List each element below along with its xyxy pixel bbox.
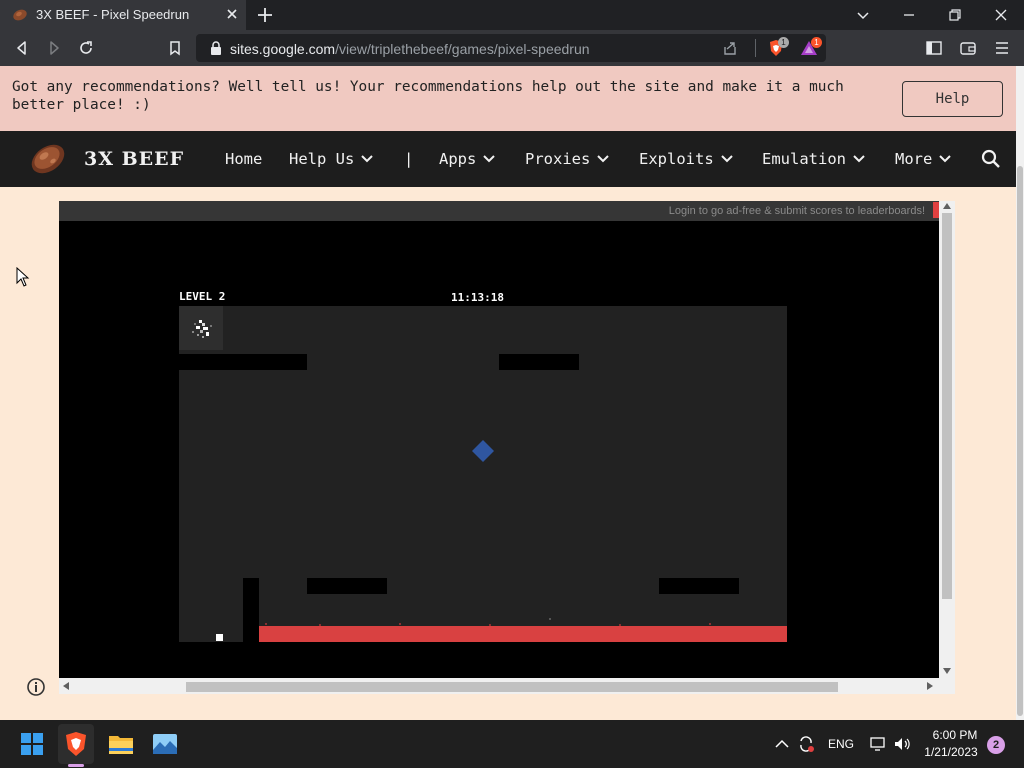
steak-logo-icon[interactable]: [26, 139, 70, 179]
diamond-gem-icon: [472, 440, 494, 462]
nav-home[interactable]: Home: [225, 150, 262, 168]
notification-badge[interactable]: 2: [987, 736, 1005, 754]
photos-app-icon[interactable]: [149, 728, 181, 760]
help-button[interactable]: Help: [902, 81, 1003, 117]
minimize-icon[interactable]: [900, 6, 918, 24]
chevron-down-icon: [853, 155, 865, 163]
iframe-horizontal-scroll-thumb[interactable]: [186, 682, 838, 692]
address-bar-divider: [755, 39, 756, 57]
iframe-horizontal-scrollbar[interactable]: [59, 678, 939, 694]
chevron-down-icon: [597, 155, 610, 163]
pillar-wall: [243, 578, 259, 642]
chevron-down-icon: [483, 155, 496, 163]
file-explorer-icon[interactable]: [105, 728, 137, 760]
site-brand[interactable]: 3X BEEF: [84, 148, 184, 170]
scroll-down-arrow-icon[interactable]: [943, 668, 951, 674]
shields-count-badge: 1: [778, 37, 789, 48]
nav-more[interactable]: More: [895, 150, 952, 168]
login-prompt-link[interactable]: Login to go ad-free & submit scores to l…: [669, 205, 925, 217]
windows-start-icon[interactable]: [16, 728, 48, 760]
address-bar[interactable]: sites.google.com/view/triplethebeef/game…: [196, 34, 826, 62]
bookmark-icon[interactable]: [166, 39, 184, 57]
back-icon[interactable]: [13, 39, 31, 57]
sidebar-toggle-icon[interactable]: [925, 39, 943, 57]
scroll-left-arrow-icon[interactable]: [63, 682, 69, 690]
search-icon[interactable]: [981, 149, 1001, 169]
iframe-vertical-scroll-thumb[interactable]: [942, 213, 952, 599]
tab-title: 3X BEEF - Pixel Speedrun: [36, 7, 190, 22]
nav-separator: |: [404, 150, 414, 168]
browser-tab-active[interactable]: 3X BEEF - Pixel Speedrun: [0, 0, 246, 30]
brave-browser-icon[interactable]: [60, 728, 92, 760]
platform-bottom-left: [307, 578, 387, 594]
nav-apps[interactable]: Apps: [439, 150, 496, 168]
chevron-down-icon: [361, 155, 374, 163]
scroll-up-arrow-icon[interactable]: [943, 203, 951, 209]
info-icon[interactable]: [26, 677, 46, 697]
volume-icon[interactable]: [892, 734, 912, 754]
chevron-down-icon: [939, 155, 952, 163]
steak-favicon-icon: [13, 9, 27, 21]
platform-bottom-right: [659, 578, 739, 594]
page-scroll-thumb[interactable]: [1017, 166, 1023, 716]
network-icon[interactable]: [868, 734, 888, 754]
language-indicator[interactable]: ENG: [828, 737, 854, 751]
browser-toolbar: sites.google.com/view/triplethebeef/game…: [0, 30, 1024, 66]
nav-exploits[interactable]: Exploits: [639, 150, 733, 168]
scroll-right-arrow-icon[interactable]: [927, 682, 933, 690]
platform-top-left: [179, 354, 307, 370]
clock-date[interactable]: 1/21/2023: [918, 745, 984, 759]
nav-emulation[interactable]: Emulation: [762, 150, 865, 168]
show-hidden-icons-chevron-icon[interactable]: [772, 734, 792, 754]
game-canvas[interactable]: [179, 306, 787, 642]
reload-icon[interactable]: [77, 39, 95, 57]
banner-message: Got any recommendations? Well tell us! Y…: [12, 79, 844, 113]
windows-taskbar: ENG 6:00 PM 1/21/2023 2: [0, 720, 1024, 768]
platform-top-middle: [499, 354, 579, 370]
url-text: sites.google.com/view/triplethebeef/game…: [230, 41, 590, 57]
game-timer: 11:13:18: [451, 291, 504, 304]
rewards-count-badge: 1: [811, 37, 822, 48]
game-iframe[interactable]: Login to go ad-free & submit scores to l…: [59, 201, 955, 694]
lava-particles: [265, 618, 711, 626]
sync-icon[interactable]: [796, 734, 816, 754]
chevron-down-icon: [720, 155, 733, 163]
scrollbar-corner: [939, 678, 955, 694]
player-character: [216, 634, 223, 641]
new-tab-icon[interactable]: [256, 6, 274, 24]
restore-icon[interactable]: [946, 6, 964, 24]
forward-icon[interactable]: [45, 39, 63, 57]
lava-floor: [259, 626, 787, 642]
site-navigation: 3X BEEF Home Help Us | Apps Proxies Expl…: [0, 131, 1016, 187]
wallet-icon[interactable]: [959, 39, 977, 57]
mouse-pointer-icon: [16, 267, 30, 287]
close-window-icon[interactable]: [992, 6, 1010, 24]
tab-search-chevron-icon[interactable]: [854, 6, 872, 24]
spawn-sparkle-icon: [192, 320, 212, 338]
level-indicator: LEVEL 2: [179, 290, 226, 303]
iframe-vertical-scrollbar[interactable]: [939, 201, 955, 678]
clock-time[interactable]: 6:00 PM: [924, 728, 986, 742]
game-login-bar: Login to go ad-free & submit scores to l…: [59, 201, 939, 221]
page-vertical-scrollbar[interactable]: [1016, 66, 1024, 720]
web-page: Got any recommendations? Well tell us! Y…: [0, 66, 1016, 720]
active-app-indicator: [68, 764, 84, 767]
nav-proxies[interactable]: Proxies: [525, 150, 610, 168]
browser-tab-strip: 3X BEEF - Pixel Speedrun: [0, 0, 1024, 30]
nav-help-us[interactable]: Help Us: [289, 150, 374, 168]
share-icon[interactable]: [722, 40, 738, 56]
recommendation-banner: Got any recommendations? Well tell us! Y…: [0, 66, 1016, 131]
lock-icon: [211, 41, 221, 55]
menu-icon[interactable]: [993, 39, 1011, 57]
close-tab-icon[interactable]: [224, 6, 240, 22]
